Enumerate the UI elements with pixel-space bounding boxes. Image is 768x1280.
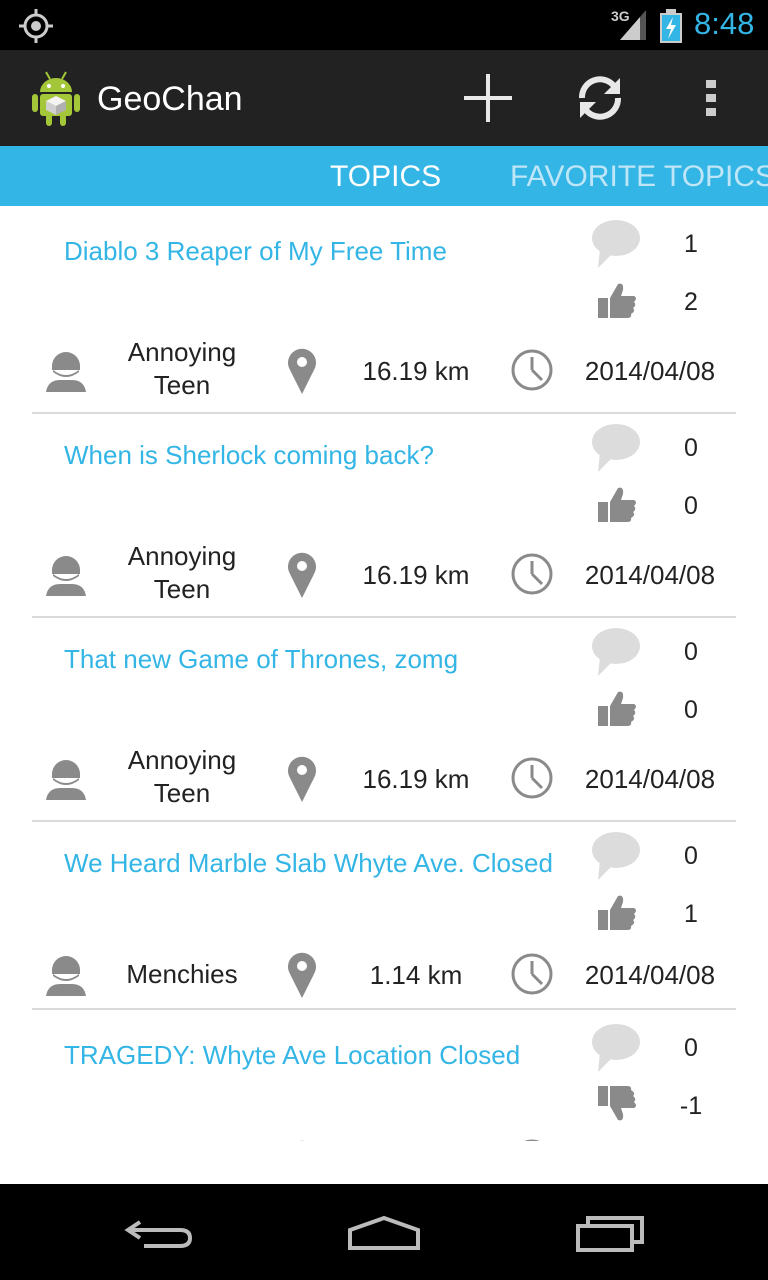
author-name-line2: Teen	[153, 574, 211, 604]
thumbs-up-icon[interactable]	[596, 688, 638, 728]
thumbs-down-icon[interactable]	[596, 1084, 638, 1124]
thumbs-up-icon[interactable]	[596, 280, 638, 320]
app-title: GeoChan	[97, 80, 243, 118]
clock-icon	[511, 757, 553, 799]
navigation-bar	[0, 1184, 768, 1280]
author-name: Menchies	[126, 959, 238, 989]
topic-item[interactable]: When is Sherlock coming back? 0 0 Annoyi…	[0, 410, 768, 618]
author-name-line2: Teen	[153, 370, 211, 400]
tab-strip: TOPICS FAVORITE TOPICS	[0, 146, 768, 206]
vote-count: 0	[684, 492, 698, 520]
distance: 16.19 km	[362, 764, 470, 794]
distance: 16.19 km	[362, 560, 470, 590]
topic-item[interactable]: We Heard Marble Slab Whyte Ave. Closed 0…	[0, 818, 768, 1010]
comment-count: 0	[684, 434, 698, 462]
clock-icon	[511, 953, 553, 995]
topic-item[interactable]: That new Game of Thrones, zomg 0 0 Annoy…	[0, 614, 768, 822]
vote-count: 1	[684, 900, 698, 928]
location-pin-icon	[288, 756, 316, 802]
overflow-menu-button[interactable]	[698, 74, 726, 122]
clock-icon	[511, 349, 553, 391]
topic-item[interactable]: TRAGEDY: Whyte Ave Location Closed 0 -1	[0, 1010, 768, 1141]
thumbs-up-icon[interactable]	[596, 892, 638, 932]
vote-count: -1	[679, 1092, 703, 1120]
action-bar: GeoChan	[0, 50, 768, 146]
android-app-icon[interactable]	[30, 70, 82, 126]
author-name-line1: Annoying	[127, 745, 237, 775]
comment-bubble-icon	[592, 1024, 640, 1072]
topic-title[interactable]: We Heard Marble Slab Whyte Ave. Closed	[64, 848, 553, 879]
topic-title[interactable]: Diablo 3 Reaper of My Free Time	[64, 236, 447, 267]
author-name: Annoying Teen	[104, 540, 260, 606]
post-date: 2014/04/08	[584, 764, 716, 794]
comment-count: 0	[684, 842, 698, 870]
tab-topics[interactable]: TOPICS	[330, 160, 441, 194]
battery-icon	[660, 9, 682, 43]
post-date: 2014/04/08	[584, 560, 716, 590]
user-icon	[46, 352, 86, 392]
add-topic-button[interactable]	[462, 72, 514, 124]
vote-count: 2	[684, 288, 698, 316]
location-pin-icon	[288, 952, 316, 998]
user-icon	[44, 1138, 88, 1141]
location-pin-icon	[288, 552, 316, 598]
topic-item[interactable]: Diablo 3 Reaper of My Free Time 1 2 Anno…	[0, 206, 768, 414]
back-button[interactable]	[124, 1214, 194, 1254]
location-pin-icon	[288, 1140, 316, 1141]
post-date: 2014/04/08	[584, 356, 716, 386]
comment-count: 0	[684, 638, 698, 666]
clock-icon	[511, 1139, 553, 1141]
thumbs-up-icon[interactable]	[596, 484, 638, 524]
comment-bubble-icon	[592, 832, 640, 880]
refresh-button[interactable]	[574, 72, 626, 124]
home-button[interactable]	[346, 1214, 422, 1254]
recent-apps-button[interactable]	[574, 1214, 646, 1254]
comment-count: 0	[684, 1034, 698, 1062]
distance: 1.14 km	[369, 960, 463, 990]
author-name: Annoying Teen	[104, 336, 260, 402]
post-date: 2014/04/08	[584, 960, 716, 990]
user-icon	[46, 760, 86, 800]
vote-count: 0	[684, 696, 698, 724]
status-bar: 3G 8:48	[0, 0, 768, 50]
author-name-line2: Teen	[153, 778, 211, 808]
clock-time: 8:48	[694, 6, 755, 41]
author-name-line1: Annoying	[127, 337, 237, 367]
distance: 16.19 km	[362, 356, 470, 386]
comment-bubble-icon	[592, 424, 640, 472]
comment-bubble-icon	[592, 220, 640, 268]
location-pin-icon	[288, 348, 316, 394]
topic-title[interactable]: TRAGEDY: Whyte Ave Location Closed	[64, 1040, 520, 1071]
user-icon	[46, 556, 86, 596]
gps-icon	[19, 9, 53, 43]
topic-title[interactable]: That new Game of Thrones, zomg	[64, 644, 458, 675]
comment-count: 1	[684, 230, 698, 258]
topic-title[interactable]: When is Sherlock coming back?	[64, 440, 434, 471]
topic-list[interactable]: Diablo 3 Reaper of My Free Time 1 2 Anno…	[0, 206, 768, 1141]
signal-icon	[620, 10, 646, 40]
author-name-line1: Annoying	[127, 541, 237, 571]
author-name: Annoying Teen	[104, 744, 260, 810]
tab-favorite-topics[interactable]: FAVORITE TOPICS	[510, 160, 768, 194]
clock-icon	[511, 553, 553, 595]
user-icon	[46, 956, 86, 996]
comment-bubble-icon	[592, 628, 640, 676]
